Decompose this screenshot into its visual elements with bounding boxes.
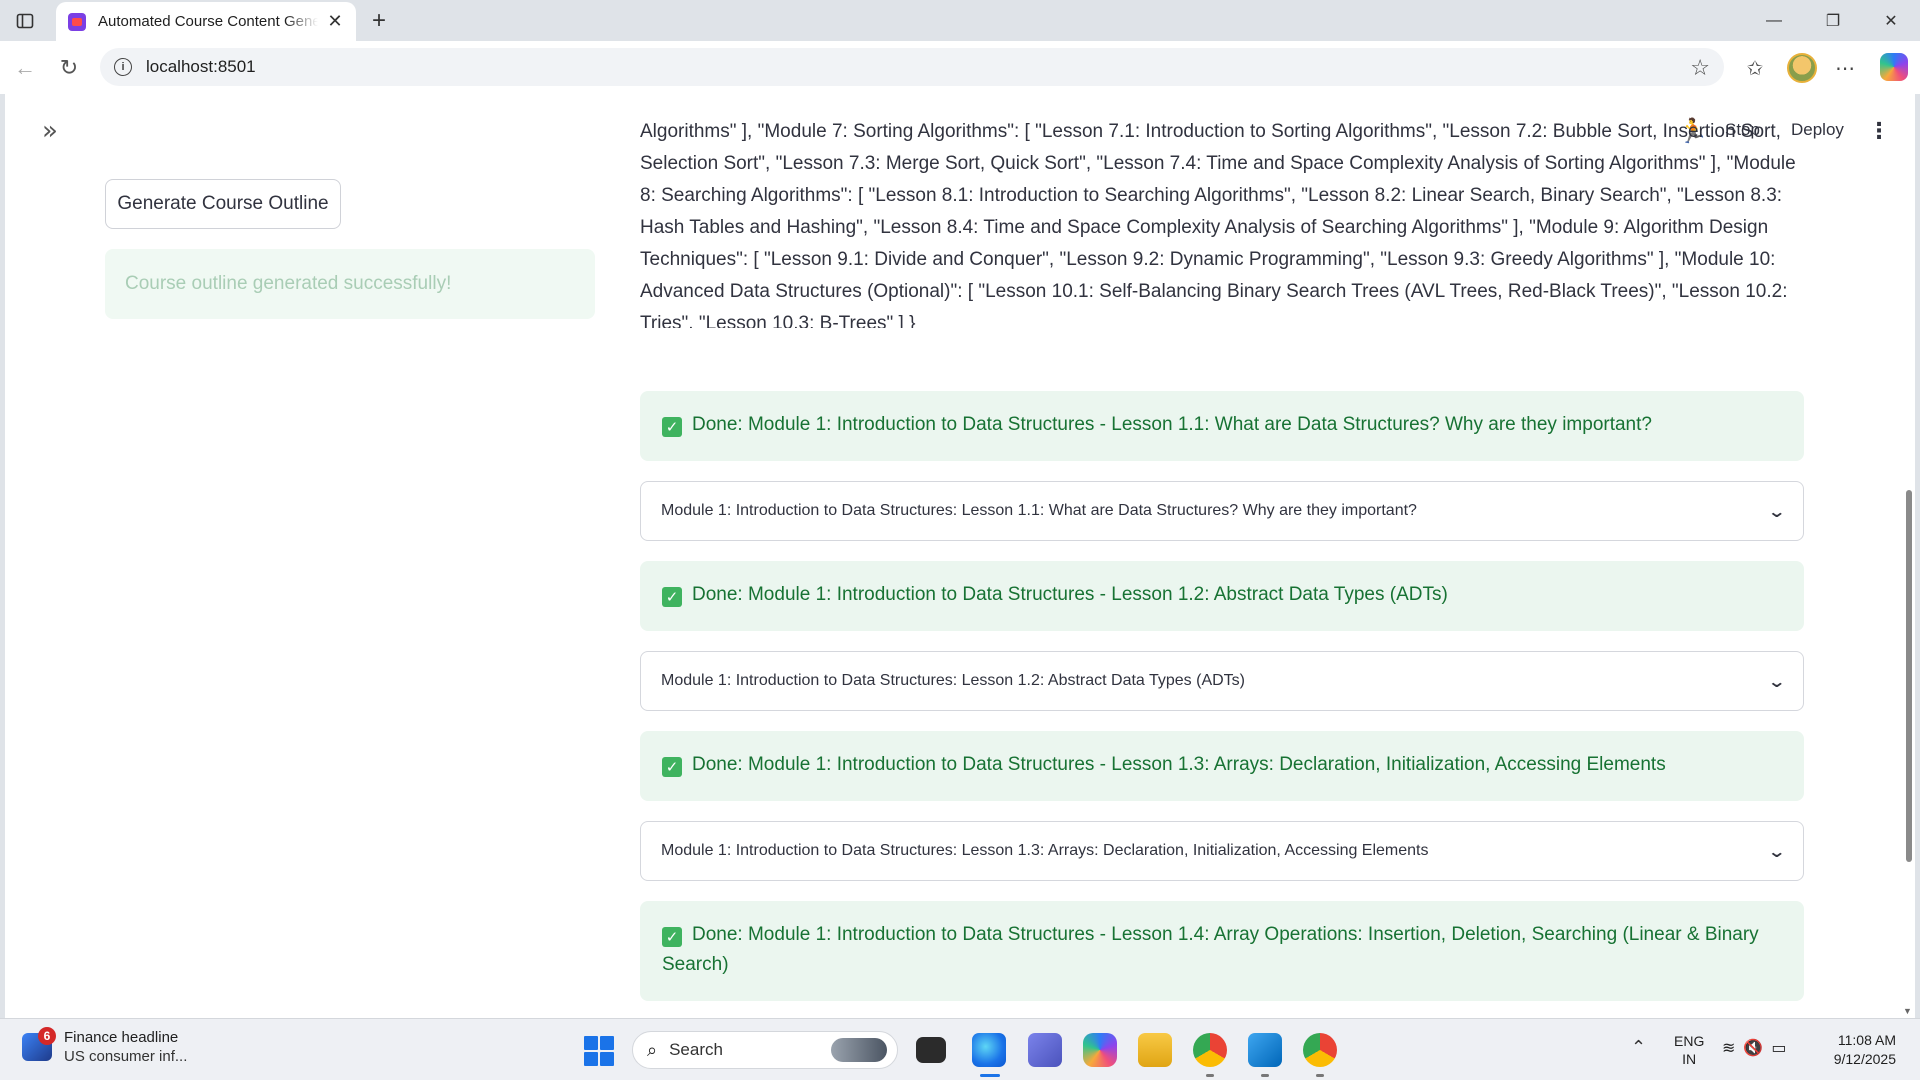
language-indicator[interactable]: ENG IN — [1674, 1032, 1704, 1068]
search-highlight-image — [831, 1038, 887, 1062]
chevron-down-icon: ⌄ — [1766, 501, 1786, 521]
lesson-expander[interactable]: Module 1: Introduction to Data Structure… — [640, 821, 1804, 881]
copilot-icon[interactable] — [1880, 53, 1908, 81]
restore-icon[interactable]: ❐ — [1806, 0, 1860, 41]
chrome-profile-icon[interactable] — [1303, 1033, 1337, 1067]
expander-label: Module 1: Introduction to Data Structure… — [661, 502, 1417, 519]
language-code: ENG — [1674, 1033, 1705, 1049]
address-bar[interactable]: i localhost:8501 ☆ — [100, 48, 1724, 86]
success-alert: Course outline generated successfully! — [105, 249, 595, 319]
main-menu-icon[interactable]: ⋮ — [1868, 116, 1890, 146]
done-alert: ✓ Done: Module 1: Introduction to Data St… — [640, 901, 1804, 1001]
check-icon: ✓ — [662, 417, 682, 437]
check-icon: ✓ — [662, 927, 682, 947]
teams-icon[interactable] — [1028, 1033, 1062, 1067]
streamlit-favicon-icon — [68, 12, 86, 31]
system-tray-icons[interactable]: ≋🔇▭ — [1722, 1038, 1794, 1057]
scrollbar-thumb[interactable] — [1906, 490, 1912, 862]
url-text[interactable]: localhost:8501 — [146, 57, 256, 77]
lesson-expander[interactable]: Module 1: Introduction to Data Structure… — [640, 481, 1804, 541]
new-tab-icon[interactable]: + — [364, 6, 394, 36]
notification-badge: 6 — [38, 1027, 56, 1045]
edge-icon[interactable] — [972, 1033, 1006, 1067]
chevron-up-icon[interactable]: ⌃ — [1631, 1037, 1646, 1058]
expand-sidebar-icon[interactable]: » — [35, 116, 65, 146]
sidebar-toggle-icon[interactable] — [10, 8, 40, 34]
check-icon: ✓ — [662, 587, 682, 607]
chrome-icon[interactable] — [1193, 1033, 1227, 1067]
done-alert: ✓ Done: Module 1: Introduction to Data St… — [640, 561, 1804, 631]
site-info-icon[interactable]: i — [114, 58, 132, 76]
back-icon[interactable]: ← — [10, 53, 40, 83]
browser-tab-active[interactable]: Automated Course Content Generator ✕ — [56, 2, 356, 41]
wifi-icon[interactable]: ≋ — [1722, 1038, 1743, 1057]
lesson-expander[interactable]: Module 1: Introduction to Data Structure… — [640, 651, 1804, 711]
browser-tab-bar: Automated Course Content Generator ✕ + —… — [0, 0, 1920, 41]
search-label: Search — [669, 1040, 723, 1059]
favorites-icon[interactable]: ✩ — [1740, 53, 1770, 83]
windows-start-icon[interactable] — [584, 1036, 614, 1066]
done-message: Done: Module 1: Introduction to Data Str… — [662, 924, 1759, 975]
windows-taskbar: 6 Finance headline US consumer inf... ⌕ … — [0, 1018, 1920, 1080]
expander-label: Module 1: Introduction to Data Structure… — [661, 842, 1429, 859]
profile-avatar[interactable] — [1787, 53, 1817, 83]
widgets-icon: 6 — [22, 1027, 56, 1061]
generate-course-outline-button[interactable]: Generate Course Outline — [105, 179, 341, 229]
done-alert: ✓ Done: Module 1: Introduction to Data St… — [640, 731, 1804, 801]
search-icon: ⌕ — [647, 1039, 658, 1060]
page-viewport: » 🏃 Stop Deploy ⋮ Generate Course Outlin… — [0, 94, 1920, 1018]
page-scrollbar[interactable]: ▼ — [1901, 94, 1915, 1018]
done-message: Done: Module 1: Introduction to Data Str… — [692, 414, 1652, 435]
volume-muted-icon[interactable]: 🔇 — [1743, 1038, 1771, 1057]
running-indicator — [1316, 1074, 1324, 1077]
task-view-icon[interactable] — [916, 1037, 946, 1063]
battery-icon[interactable]: ▭ — [1771, 1038, 1794, 1057]
chevron-down-icon: ⌄ — [1766, 671, 1786, 691]
expander-label: Module 1: Introduction to Data Structure… — [661, 672, 1245, 689]
course-outline-text: Algorithms" ], "Module 7: Sorting Algori… — [640, 121, 1796, 328]
bookmark-star-icon[interactable]: ☆ — [1690, 55, 1710, 81]
minimize-icon[interactable]: — — [1747, 0, 1801, 41]
more-options-icon[interactable]: ⋯ — [1830, 53, 1860, 83]
vscode-icon[interactable] — [1248, 1033, 1282, 1067]
clock-date: 9/12/2025 — [1833, 1051, 1896, 1067]
scroll-down-icon[interactable]: ▼ — [1903, 1006, 1912, 1016]
clock-time: 11:08 AM — [1837, 1032, 1896, 1048]
window-close-icon[interactable]: ✕ — [1864, 0, 1918, 41]
file-explorer-icon[interactable] — [1138, 1033, 1172, 1067]
widget-subtitle: US consumer inf... — [64, 1048, 188, 1065]
check-icon: ✓ — [662, 757, 682, 777]
chevron-down-icon: ⌄ — [1766, 841, 1786, 861]
news-widget[interactable]: 6 Finance headline US consumer inf... — [22, 1027, 188, 1065]
tab-close-icon[interactable]: ✕ — [324, 11, 346, 33]
widget-title: Finance headline — [64, 1029, 179, 1046]
done-message: Done: Module 1: Introduction to Data Str… — [692, 584, 1448, 605]
taskbar-search[interactable]: ⌕ Search — [632, 1031, 898, 1069]
browser-toolbar: ← ↻ i localhost:8501 ☆ ✩ ⋯ — [0, 41, 1920, 94]
region-code: IN — [1682, 1051, 1697, 1067]
done-message: Done: Module 1: Introduction to Data Str… — [692, 754, 1666, 775]
success-message: Course outline generated successfully! — [125, 273, 452, 294]
active-app-indicator — [980, 1074, 1000, 1077]
done-alert: ✓ Done: Module 1: Introduction to Data St… — [640, 391, 1804, 461]
reload-icon[interactable]: ↻ — [54, 53, 84, 83]
tab-title: Automated Course Content Generator — [98, 13, 318, 30]
running-indicator — [1261, 1074, 1269, 1077]
copilot-app-icon[interactable] — [1083, 1033, 1117, 1067]
running-indicator — [1206, 1074, 1214, 1077]
system-clock[interactable]: 11:08 AM 9/12/2025 — [1822, 1031, 1896, 1069]
